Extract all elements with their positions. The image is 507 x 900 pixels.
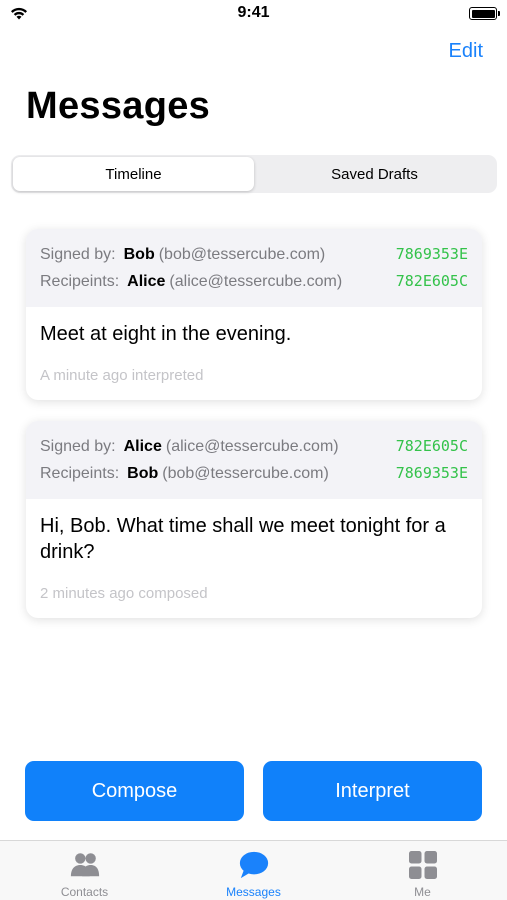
recipient-email: (alice@tessercube.com) — [169, 273, 343, 290]
tab-messages[interactable]: Messages — [169, 841, 338, 900]
tab-label: Messages — [226, 885, 281, 899]
page-title: Messages — [26, 85, 211, 127]
messages-icon — [238, 849, 270, 881]
segmented-control: Timeline Saved Drafts — [11, 155, 497, 193]
message-card[interactable]: Signed by: Bob (bob@tessercube.com) 7869… — [26, 229, 482, 400]
tab-contacts[interactable]: Contacts — [0, 841, 169, 900]
recipient-key-id: 782E605C — [395, 272, 468, 290]
message-card[interactable]: Signed by: Alice (alice@tessercube.com) … — [26, 421, 482, 618]
recipient-row: Recipeints: Bob (bob@tessercube.com) 786… — [40, 460, 468, 487]
tab-me[interactable]: Me — [338, 841, 507, 900]
message-meta: Signed by: Bob (bob@tessercube.com) 7869… — [26, 229, 482, 307]
message-text: Hi, Bob. What time shall we meet tonight… — [40, 515, 446, 563]
status-time: 9:41 — [237, 4, 270, 21]
interpret-button[interactable]: Interpret — [263, 761, 482, 821]
recipient-row: Recipeints: Alice (alice@tessercube.com)… — [40, 268, 468, 295]
signed-by-label: Signed by: — [40, 246, 116, 263]
recipients-label: Recipeints: — [40, 273, 120, 290]
signer-email: (bob@tessercube.com) — [158, 246, 326, 263]
recipient-name: Bob — [127, 465, 159, 482]
me-icon — [407, 849, 439, 881]
tab-label: Me — [414, 885, 431, 899]
signer-row: Signed by: Bob (bob@tessercube.com) 7869… — [40, 241, 468, 268]
edit-button[interactable]: Edit — [449, 40, 483, 63]
tab-label: Contacts — [60, 885, 109, 899]
status-bar: 9:41 — [0, 0, 507, 30]
message-timestamp: A minute ago interpreted — [40, 367, 204, 384]
tab-saved-drafts[interactable]: Saved Drafts — [254, 157, 495, 191]
contacts-icon — [69, 849, 101, 881]
message-timestamp: 2 minutes ago composed — [40, 585, 208, 602]
recipients-label: Recipeints: — [40, 465, 120, 482]
battery-icon — [469, 7, 500, 20]
signer-row: Signed by: Alice (alice@tessercube.com) … — [40, 433, 468, 460]
signer-email: (alice@tessercube.com) — [165, 438, 339, 455]
signer-key-id: 7869353E — [395, 245, 468, 263]
message-meta: Signed by: Alice (alice@tessercube.com) … — [26, 421, 482, 499]
signer-name: Alice — [123, 438, 162, 455]
message-text: Meet at eight in the evening. — [40, 323, 292, 345]
tab-timeline[interactable]: Timeline — [13, 157, 254, 191]
signer-key-id: 782E605C — [395, 437, 468, 455]
recipient-key-id: 7869353E — [395, 464, 468, 482]
recipient-name: Alice — [127, 273, 166, 290]
signed-by-label: Signed by: — [40, 438, 116, 455]
message-body: Hi, Bob. What time shall we meet tonight… — [26, 499, 482, 618]
recipient-email: (bob@tessercube.com) — [162, 465, 329, 482]
compose-button[interactable]: Compose — [25, 761, 244, 821]
message-body: Meet at eight in the evening. A minute a… — [26, 307, 482, 400]
signer-name: Bob — [123, 246, 155, 263]
tab-bar: Contacts Messages Me — [0, 840, 507, 900]
